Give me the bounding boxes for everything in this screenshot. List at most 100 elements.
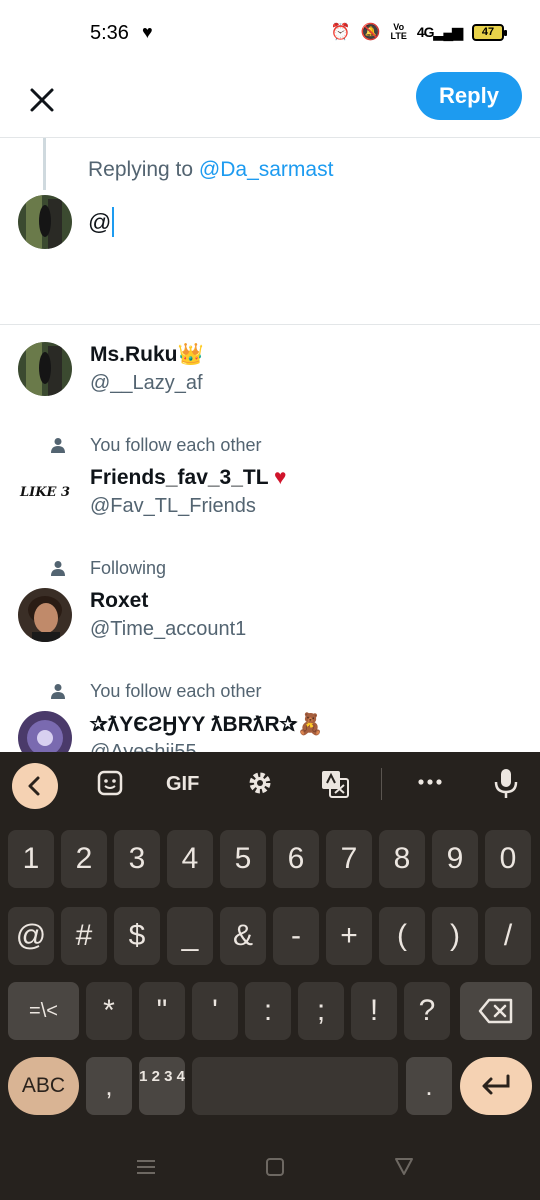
key-1[interactable]: 1 [8, 830, 54, 888]
home-button[interactable] [264, 1156, 286, 1183]
status-time: 5:36 [90, 22, 129, 44]
name-text: Ms.Ruku [90, 343, 178, 366]
key-3[interactable]: 3 [114, 830, 160, 888]
close-button[interactable] [22, 80, 62, 120]
translate-button[interactable] [320, 769, 350, 805]
replying-handle[interactable]: @Da_sarmast [199, 158, 334, 181]
mute-icon: 🔕 [360, 24, 381, 41]
user-avatar [18, 195, 72, 249]
thread-line [43, 138, 46, 190]
key-2[interactable]: 2 [61, 830, 107, 888]
more-horizontal-icon [418, 779, 442, 785]
name-text: Friends_fav_3_TL [90, 466, 269, 489]
sticker-button[interactable] [96, 769, 124, 803]
key-slash[interactable]: / [485, 907, 531, 965]
reply-button[interactable]: Reply [416, 72, 522, 120]
key-9[interactable]: 9 [432, 830, 478, 888]
key-0[interactable]: 0 [485, 830, 531, 888]
battery-icon: 47 [472, 23, 507, 41]
key-comma[interactable]: , [86, 1057, 132, 1115]
microphone-icon [494, 769, 518, 798]
suggestion-name: Friends_fav_3_TL ♥ [90, 466, 287, 490]
suggestion-handle: @__Lazy_af [90, 372, 203, 394]
key-asterisk[interactable]: * [86, 982, 132, 1040]
key-question[interactable]: ? [404, 982, 450, 1040]
status-bar: 5:36 ♥ ⏰ 🔕 Vo LTE 4G▂▄▆ 47 [0, 0, 540, 68]
key-hash[interactable]: # [61, 907, 107, 965]
key-close-paren[interactable]: ) [432, 907, 478, 965]
abc-key[interactable]: ABC [8, 1057, 79, 1115]
suggestion-name: Roxet [90, 589, 149, 612]
suggestion-name: ✰ƛYЄƧӇYY ƛBRƛR✰🧸 [90, 712, 323, 737]
compose-input[interactable]: @ [88, 207, 115, 237]
backspace-key[interactable] [460, 982, 532, 1040]
space-key[interactable] [192, 1057, 398, 1115]
compose-text: @ [88, 208, 112, 235]
divider [0, 324, 540, 325]
teddy-bear-icon: 🧸 [297, 713, 324, 736]
avatar [18, 588, 72, 642]
collapse-toolbar-button[interactable] [12, 763, 58, 809]
social-context: Following [90, 558, 167, 578]
key-at[interactable]: @ [8, 907, 54, 965]
avatar-logo-text: LIKE 3 [19, 485, 70, 500]
key-underscore[interactable]: _ [167, 907, 213, 965]
avatar: LIKE 3 [18, 466, 72, 520]
back-button[interactable] [393, 1155, 415, 1182]
gif-button[interactable]: GIF [166, 773, 199, 796]
gear-icon [249, 772, 271, 794]
replying-to-label: Replying to @Da_sarmast [88, 158, 333, 182]
more-options-button[interactable] [416, 768, 444, 802]
social-context: You follow each other [90, 435, 262, 455]
key-7[interactable]: 7 [326, 830, 372, 888]
translate-icon [322, 771, 349, 798]
suggestion-handle: @Time_account1 [90, 618, 247, 640]
key-double-quote[interactable]: " [139, 982, 185, 1040]
person-icon [51, 561, 65, 576]
numpad-key[interactable]: 1 2 3 4 [139, 1057, 185, 1115]
key-4[interactable]: 4 [167, 830, 213, 888]
suggestion-handle: @Fav_TL_Friends [90, 495, 256, 517]
key-6[interactable]: 6 [273, 830, 319, 888]
triangle-down-icon [395, 1158, 413, 1175]
key-dollar[interactable]: $ [114, 907, 160, 965]
voice-input-button[interactable] [492, 767, 520, 805]
key-5[interactable]: 5 [220, 830, 266, 888]
status-icons: ⏰ 🔕 Vo LTE 4G▂▄▆ 47 [330, 22, 507, 42]
person-icon [51, 438, 65, 453]
toolbar-divider [381, 768, 382, 800]
crown-icon: 👑 [177, 343, 204, 366]
keyboard-toolbar: GIF [0, 752, 540, 818]
key-minus[interactable]: - [273, 907, 319, 965]
recents-button[interactable] [135, 1156, 157, 1183]
volte-icon: Vo LTE [390, 22, 407, 41]
more-symbols-key[interactable]: =\< [8, 982, 79, 1040]
alarm-icon: ⏰ [330, 24, 351, 41]
key-plus[interactable]: + [326, 907, 372, 965]
replying-prefix: Replying to [88, 158, 199, 181]
heart-icon: ♥ [142, 22, 153, 42]
key-open-paren[interactable]: ( [379, 907, 425, 965]
avatar [18, 342, 72, 396]
menu-icon [137, 1160, 155, 1174]
square-icon [266, 1158, 284, 1176]
enter-icon [482, 1074, 510, 1095]
suggestion-name: Ms.Ruku👑 [90, 343, 204, 367]
heart-icon: ♥ [274, 466, 287, 489]
key-8[interactable]: 8 [379, 830, 425, 888]
signal-icon: 4G▂▄▆ [416, 23, 463, 40]
key-semicolon[interactable]: ; [298, 982, 344, 1040]
key-period[interactable]: . [406, 1057, 452, 1115]
navigation-bar [0, 1140, 540, 1200]
key-exclamation[interactable]: ! [351, 982, 397, 1040]
keyboard: GIF 1 2 3 4 5 6 7 8 9 0 @ # $ _ & - + (… [0, 752, 540, 1200]
settings-button[interactable] [246, 769, 274, 803]
name-text: ✰ƛYЄƧӇYY ƛBRƛR✰ [90, 713, 298, 736]
key-single-quote[interactable]: ' [192, 982, 238, 1040]
social-context: You follow each other [90, 681, 262, 701]
key-colon[interactable]: : [245, 982, 291, 1040]
key-ampersand[interactable]: & [220, 907, 266, 965]
network-type: 4G [416, 23, 435, 40]
enter-key[interactable] [460, 1057, 532, 1115]
close-icon [30, 88, 54, 112]
